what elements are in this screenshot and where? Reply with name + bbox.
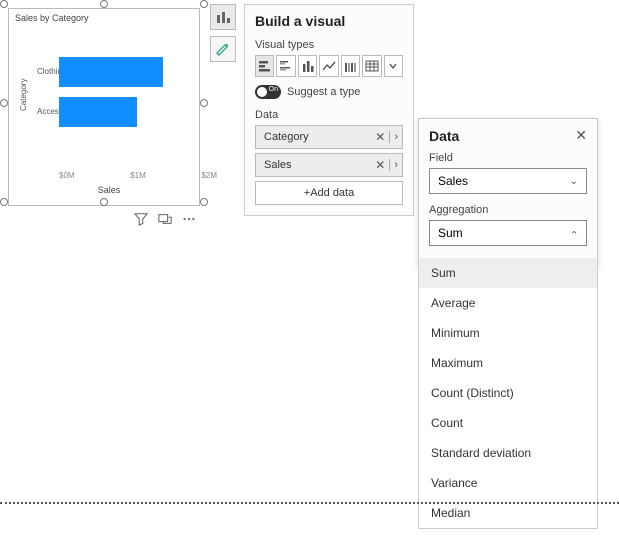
x-tick: $2M [201,171,217,180]
visual-type-table[interactable] [362,55,381,77]
toggle-knob [257,87,267,97]
field-name: Sales [264,159,292,171]
toggle-on-text: On [269,86,278,93]
visual-type-area[interactable] [341,55,360,77]
visual-type-clustered-bar[interactable] [276,55,295,77]
x-axis-ticks: $0M $1M $2M [59,171,217,180]
visual-toolbar [134,212,196,226]
filter-icon[interactable] [134,212,148,226]
close-icon[interactable]: ✕ [575,127,587,144]
suggest-row: On Suggest a type [255,85,403,99]
aggregation-dropdown-list: Sum Average Minimum Maximum Count (Disti… [418,258,598,529]
aggregation-option-sum[interactable]: Sum [419,258,597,288]
add-data-button[interactable]: +Add data [255,181,403,205]
field-label: Field [429,152,587,164]
chart-title: Sales by Category [9,9,199,27]
remove-field-icon[interactable]: ✕ [375,158,385,172]
bar-accessories [59,97,137,127]
resize-handle-tl[interactable] [0,0,8,8]
field-menu-chevron-icon[interactable]: › [394,131,398,143]
data-section-label: Data [255,109,403,121]
resize-handle-br[interactable] [200,198,208,206]
visual-types-label: Visual types [255,39,403,51]
build-visual-tab[interactable] [210,4,236,30]
panel-title: Build a visual [255,13,403,29]
aggregation-option-minimum[interactable]: Minimum [419,318,597,348]
resize-handle-r[interactable] [200,99,208,107]
y-axis-label: Category [19,79,28,111]
x-tick: $0M [59,171,75,180]
resize-handle-t[interactable] [100,0,108,8]
resize-handle-l[interactable] [0,99,8,107]
aggregation-dropdown[interactable]: Sum ⌄ [429,220,587,246]
page-boundary [0,502,619,504]
plot-area: Clothing Accessories [37,45,195,165]
data-field-panel: Data ✕ Field Sales ⌄ Aggregation Sum ⌄ [418,118,598,267]
suggest-label: Suggest a type [287,86,360,98]
focus-mode-icon[interactable] [158,212,172,226]
visual-type-more[interactable] [384,55,403,77]
format-visual-tab[interactable] [210,36,236,62]
x-tick: $1M [130,171,146,180]
resize-handle-bl[interactable] [0,198,8,206]
field-dropdown-value: Sales [438,174,468,188]
chart-visual[interactable]: Sales by Category Category Clothing Acce… [4,4,204,226]
visual-type-clustered-column[interactable] [298,55,317,77]
resize-handle-b[interactable] [100,198,108,206]
visual-type-line[interactable] [319,55,338,77]
separator [389,159,390,171]
more-options-icon[interactable] [182,212,196,226]
aggregation-option-count[interactable]: Count [419,408,597,438]
chevron-up-icon: ⌄ [570,228,578,239]
aggregation-label: Aggregation [429,204,587,216]
field-pill-category[interactable]: Category ✕ › [255,125,403,149]
field-menu-chevron-icon[interactable]: › [394,159,398,171]
chart-frame: Sales by Category Category Clothing Acce… [8,8,200,206]
field-dropdown[interactable]: Sales ⌄ [429,168,587,194]
aggregation-dropdown-value: Sum [438,226,463,240]
resize-handle-tr[interactable] [200,0,208,8]
suggest-toggle[interactable]: On [255,85,281,99]
data-panel-title: Data [429,128,459,144]
aggregation-option-variance[interactable]: Variance [419,468,597,498]
bar-clothing [59,57,163,87]
visual-type-stacked-bar[interactable] [255,55,274,77]
field-name: Category [264,131,309,143]
visual-type-row [255,55,403,77]
remove-field-icon[interactable]: ✕ [375,130,385,144]
aggregation-option-count-distinct[interactable]: Count (Distinct) [419,378,597,408]
aggregation-option-average[interactable]: Average [419,288,597,318]
build-visual-panel: Build a visual Visual types On Suggest a… [244,4,414,216]
field-pill-sales[interactable]: Sales ✕ › [255,153,403,177]
separator [389,131,390,143]
x-axis-label: Sales [9,185,209,195]
aggregation-option-stddev[interactable]: Standard deviation [419,438,597,468]
chevron-down-icon: ⌄ [570,176,578,187]
aggregation-option-maximum[interactable]: Maximum [419,348,597,378]
pane-switch [210,4,236,68]
